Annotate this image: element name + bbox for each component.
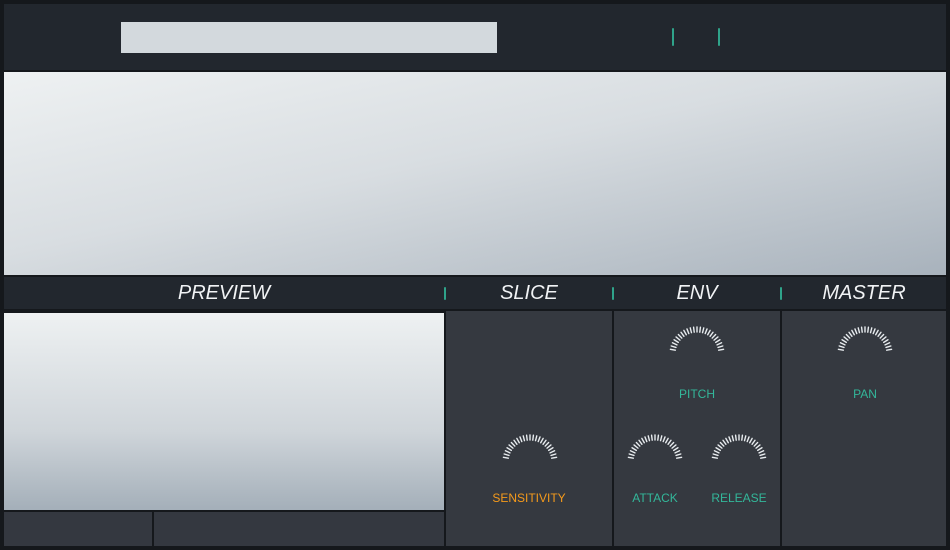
sampler-window: PREVIEW SLICE ENV MASTER SENSITIVITY PIT… <box>0 0 950 550</box>
knob-icon <box>625 432 685 492</box>
preview-display[interactable] <box>4 313 444 510</box>
slice-panel: SENSITIVITY <box>446 311 612 546</box>
indicator-led <box>718 28 720 46</box>
top-bar <box>4 4 946 70</box>
section-title-master: MASTER <box>822 282 906 304</box>
release-label: RELEASE <box>711 491 767 505</box>
section-title-env: ENV <box>676 282 718 304</box>
pitch-label: PITCH <box>679 387 715 401</box>
master-panel: PAN <box>782 311 946 546</box>
sensitivity-label: SENSITIVITY <box>492 491 566 505</box>
preview-control-left[interactable] <box>4 512 152 546</box>
knob-icon <box>835 324 895 384</box>
knob-icon <box>709 432 769 492</box>
pitch-knob[interactable] <box>667 324 727 384</box>
pan-knob[interactable] <box>835 324 895 384</box>
section-title-preview: PREVIEW <box>177 282 271 304</box>
release-knob[interactable] <box>709 432 769 492</box>
section-header: PREVIEW SLICE ENV MASTER <box>4 277 946 309</box>
knob-icon <box>667 324 727 384</box>
sensitivity-knob[interactable] <box>500 432 560 492</box>
knob-icon <box>500 432 560 492</box>
indicator-led <box>672 28 674 46</box>
env-panel: PITCH ATTACK RELEASE <box>614 311 780 546</box>
waveform-display[interactable] <box>4 72 946 275</box>
name-field[interactable] <box>121 22 497 53</box>
section-title-slice: SLICE <box>500 282 558 304</box>
pan-label: PAN <box>853 387 877 401</box>
attack-knob[interactable] <box>625 432 685 492</box>
preview-control-right[interactable] <box>154 512 444 546</box>
